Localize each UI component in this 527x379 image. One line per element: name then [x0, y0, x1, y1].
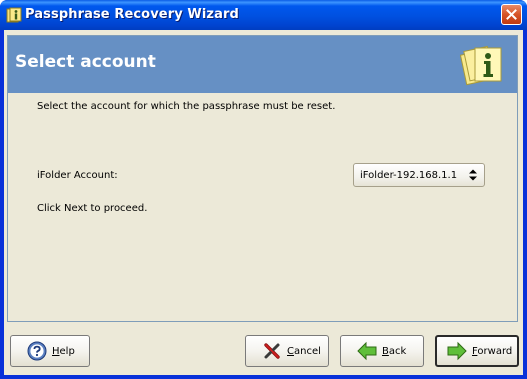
cancel-x-icon	[264, 343, 280, 359]
forward-arrow-icon	[447, 341, 467, 361]
back-button[interactable]: Back	[340, 335, 424, 367]
wizard-header: Select account	[8, 36, 517, 93]
wizard-page-frame: Select account Select the account for wh…	[7, 35, 518, 322]
account-label: iFolder Account:	[37, 170, 118, 181]
title-bar[interactable]: Passphrase Recovery Wizard	[0, 0, 527, 30]
ifolder-info-icon	[459, 45, 502, 86]
wizard-window: Passphrase Recovery Wizard Select accoun…	[0, 0, 527, 379]
help-icon	[27, 341, 47, 361]
account-selected-value: iFolder-192.168.1.1	[360, 170, 458, 181]
page-title: Select account	[15, 52, 156, 72]
close-button[interactable]	[501, 4, 522, 25]
instruction-text: Select the account for which the passphr…	[37, 101, 336, 112]
forward-label: Forward	[472, 345, 513, 357]
account-combobox[interactable]: iFolder-192.168.1.1	[353, 163, 485, 187]
cancel-button[interactable]: Cancel	[245, 335, 329, 367]
wizard-content: Select the account for which the passphr…	[8, 93, 517, 321]
help-label: Help	[52, 345, 75, 357]
help-button[interactable]: Help	[10, 335, 90, 367]
back-label: Back	[382, 345, 407, 357]
cancel-label: Cancel	[287, 345, 321, 357]
window-title: Passphrase Recovery Wizard	[25, 7, 239, 22]
combo-updown-arrow-icon	[469, 169, 477, 181]
ifolder-app-icon	[6, 7, 22, 23]
back-arrow-icon	[357, 341, 377, 361]
forward-button[interactable]: Forward	[435, 335, 519, 367]
close-icon	[506, 9, 517, 20]
dialog-client-area: Select account Select the account for wh…	[4, 30, 523, 375]
proceed-hint: Click Next to proceed.	[37, 203, 148, 214]
